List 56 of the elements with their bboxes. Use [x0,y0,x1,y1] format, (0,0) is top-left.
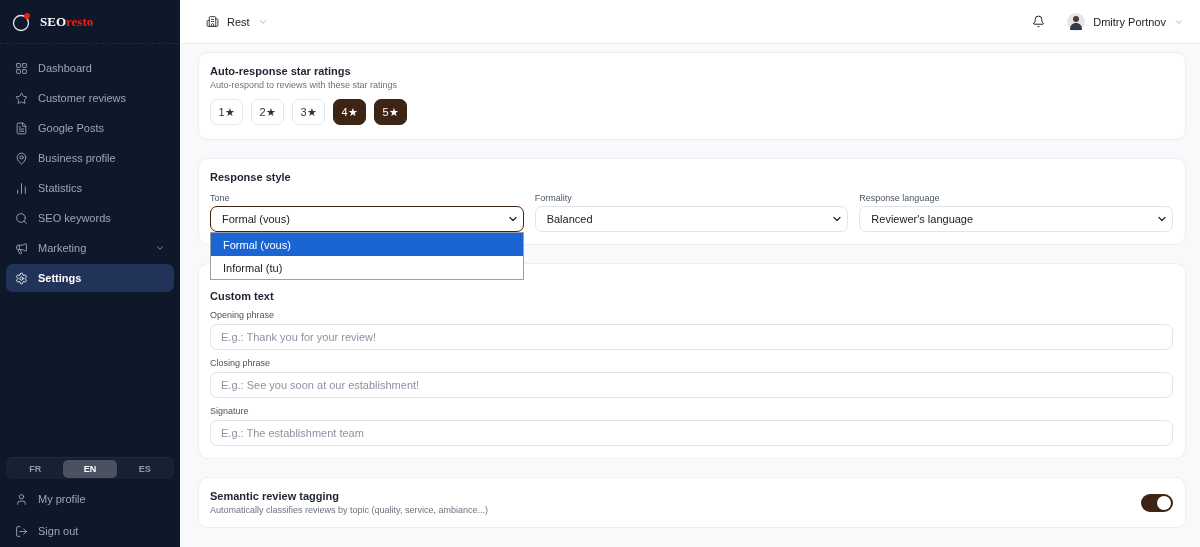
language-option[interactable]: EN [62,459,118,478]
star-rating-button[interactable]: 5★ [374,99,407,125]
section-title: Semantic review tagging [210,490,340,502]
nav-item[interactable]: Google Posts [6,114,174,142]
star-icon [15,91,28,105]
nav-item[interactable]: Settings [6,264,174,292]
language-option[interactable]: FR [8,459,63,478]
user-name[interactable]: Dmitry Portnov [1093,15,1166,28]
star-rating-button[interactable]: 4★ [333,99,366,125]
megaphone-icon [15,241,28,255]
section-subtitle: Auto-respond to reviews with these star ratings [210,80,399,90]
field-label: Tone [210,193,231,203]
star-rating-button[interactable]: 2★ [251,99,284,125]
nav-item[interactable]: Statistics [6,174,174,202]
field-label: Response language [859,193,941,203]
nav-item[interactable]: SEO keywords [6,204,174,232]
user-icon [15,492,28,506]
field-label: Closing phrase [210,358,272,368]
star-rating-button[interactable]: 1★ [210,99,243,125]
logout-icon [15,524,28,538]
nav-item[interactable]: Dashboard [6,54,174,82]
dropdown-option[interactable]: Formal (vous) [211,233,523,256]
section-subtitle: Automatically classifies reviews by topic (quality, service, ambiance...) [210,505,488,515]
nav-item[interactable]: My profile [0,483,180,515]
select-field[interactable]: Balanced [534,206,849,232]
input-field[interactable]: E.g.: The establishment team [210,420,1173,446]
dashboard-icon [15,61,28,75]
section-title: Response style [210,171,292,183]
select-field[interactable]: Formal (vous) [210,206,524,232]
document-icon [15,121,28,135]
search-icon [15,211,28,225]
field-label: Formality [534,193,573,203]
section-title: Auto-response star ratings [210,65,352,77]
logo-text: resto [66,13,94,30]
nav-item[interactable]: Customer reviews [6,84,174,112]
bar-chart-icon [15,181,28,195]
notification-bell-icon[interactable] [1032,15,1046,28]
avatar [1067,12,1086,31]
select-field[interactable]: Reviewer's language [859,206,1173,232]
section-title: Custom text [210,290,275,302]
field-label: Opening phrase [210,310,276,320]
toggle-switch[interactable] [1141,493,1173,512]
building-icon [206,15,219,28]
field-label: Signature [210,406,250,416]
establishment-selector[interactable]: Rest [227,15,250,28]
settings-icon [15,271,28,285]
nav-item[interactable]: Sign out [0,515,180,547]
map-pin-icon [15,151,28,165]
nav-item[interactable]: Business profile [6,144,174,172]
star-rating-button[interactable]: 3★ [292,99,325,125]
input-field[interactable]: E.g.: See you soon at our establishment! [210,372,1173,398]
nav-item[interactable]: Marketing [6,234,174,262]
language-option[interactable]: ES [117,459,172,478]
logo-icon [12,11,32,32]
input-field[interactable]: E.g.: Thank you for your review! [210,324,1173,350]
logo-text: SEO [40,13,66,30]
